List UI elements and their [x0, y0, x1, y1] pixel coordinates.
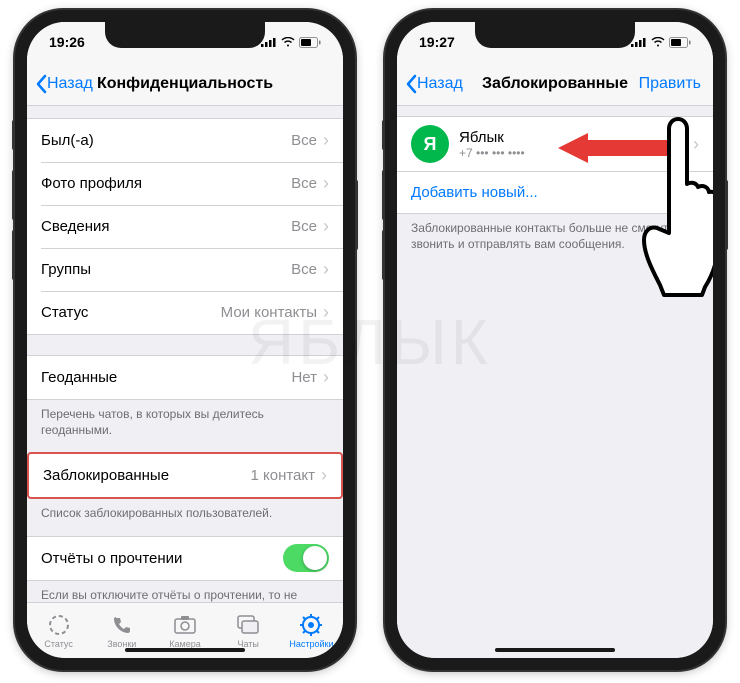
nav-bar: Назад Заблокированные Править [397, 62, 713, 106]
chevron-left-icon [405, 74, 417, 94]
label: Был(-а) [41, 132, 291, 149]
row-last-seen[interactable]: Был(-а) Все › [27, 119, 343, 162]
chevron-right-icon: › [323, 367, 329, 388]
chevron-right-icon: › [321, 465, 327, 486]
edit-button[interactable]: Править [639, 75, 705, 93]
chevron-right-icon: › [323, 173, 329, 194]
battery-icon [669, 37, 691, 48]
back-button[interactable]: Назад [35, 74, 93, 94]
label: Геоданные [41, 369, 291, 386]
row-live-location[interactable]: Геоданные Нет › [27, 356, 343, 399]
phone-pair: 19:26 Назад Конфиденциальность Был(-а) [0, 0, 740, 680]
page-title: Конфиденциальность [97, 75, 273, 93]
status-icon [47, 613, 71, 637]
chevron-right-icon: › [323, 302, 329, 323]
tab-label: Звонки [107, 639, 136, 649]
phone-icon [110, 613, 134, 637]
receipts-toggle[interactable] [283, 544, 329, 572]
tab-settings[interactable]: Настройки [280, 603, 343, 658]
group-receipts: Отчёты о прочтении [27, 536, 343, 581]
label: Отчёты о прочтении [41, 550, 283, 567]
camera-icon [173, 613, 197, 637]
row-groups[interactable]: Группы Все › [27, 248, 343, 291]
gear-icon [299, 613, 323, 637]
value: Все [291, 132, 317, 149]
label: Фото профиля [41, 175, 291, 192]
group-blocked: Заблокированные 1 контакт › [27, 452, 343, 499]
back-label: Назад [47, 75, 93, 93]
chevron-right-icon: › [323, 130, 329, 151]
value: Нет [291, 369, 317, 386]
footer-receipts: Если вы отключите отчёты о прочтении, то… [27, 581, 343, 602]
tab-label: Чаты [238, 639, 259, 649]
value: Мои контакты [221, 304, 317, 321]
value: 1 контакт [250, 467, 315, 484]
nav-bar: Назад Конфиденциальность [27, 62, 343, 106]
back-button[interactable]: Назад [405, 74, 463, 94]
home-indicator [495, 648, 615, 652]
footer-blocked: Список заблокированных пользователей. [27, 499, 343, 527]
label: Сведения [41, 218, 291, 235]
label: Заблокированные [43, 467, 250, 484]
value: Все [291, 218, 317, 235]
notch [105, 22, 265, 48]
back-label: Назад [417, 75, 463, 93]
row-status[interactable]: Статус Мои контакты › [27, 291, 343, 334]
status-indicators [631, 37, 691, 48]
chevron-right-icon: › [323, 259, 329, 280]
avatar: Я [411, 125, 449, 163]
tab-label: Статус [44, 639, 72, 649]
row-about[interactable]: Сведения Все › [27, 205, 343, 248]
phone-frame-right: 19:27 Назад Заблокированные Править [385, 10, 725, 670]
status-time: 19:26 [49, 34, 85, 50]
chat-icon [236, 613, 260, 637]
chevron-left-icon [35, 74, 47, 94]
value: Все [291, 261, 317, 278]
notch [475, 22, 635, 48]
label: Группы [41, 261, 291, 278]
row-read-receipts[interactable]: Отчёты о прочтении [27, 537, 343, 580]
row-profile-photo[interactable]: Фото профиля Все › [27, 162, 343, 205]
tab-status[interactable]: Статус [27, 603, 90, 658]
chevron-right-icon: › [323, 216, 329, 237]
value: Все [291, 175, 317, 192]
group-geo: Геоданные Нет › [27, 355, 343, 400]
status-time: 19:27 [419, 34, 455, 50]
row-blocked[interactable]: Заблокированные 1 контакт › [29, 454, 341, 497]
footer-geo: Перечень чатов, в которых вы делитесь ге… [27, 400, 343, 444]
status-indicators [261, 37, 321, 48]
wifi-icon [281, 37, 295, 47]
privacy-content: Был(-а) Все › Фото профиля Все › Сведени… [27, 106, 343, 602]
page-title: Заблокированные [482, 75, 628, 93]
battery-icon [299, 37, 321, 48]
phone-frame-left: 19:26 Назад Конфиденциальность Был(-а) [15, 10, 355, 670]
label: Статус [41, 304, 221, 321]
group-visibility: Был(-а) Все › Фото профиля Все › Сведени… [27, 118, 343, 335]
tab-label: Камера [169, 639, 200, 649]
annotation-hand [641, 117, 713, 302]
wifi-icon [651, 37, 665, 47]
home-indicator [125, 648, 245, 652]
tab-label: Настройки [289, 639, 333, 649]
